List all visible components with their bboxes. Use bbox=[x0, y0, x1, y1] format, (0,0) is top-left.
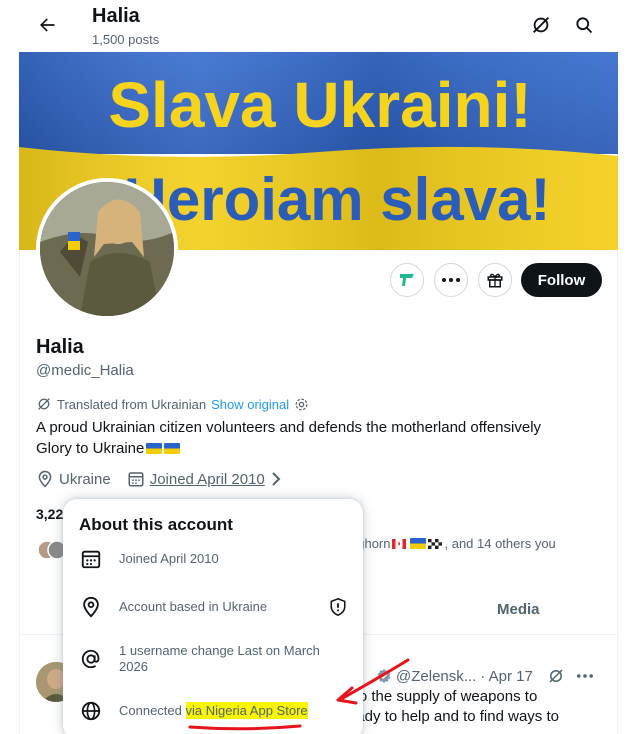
followers-you-know[interactable]: nghorn , and 14 others you bbox=[350, 536, 556, 551]
ukraine-flag-icon bbox=[410, 538, 427, 549]
back-button[interactable] bbox=[32, 10, 62, 40]
profile-avatar[interactable] bbox=[36, 178, 178, 320]
follow-button[interactable]: Follow bbox=[521, 263, 602, 297]
search-icon bbox=[576, 17, 593, 34]
shield-alert-icon bbox=[330, 597, 346, 617]
bio-line2: Glory to Ukraine bbox=[36, 440, 145, 457]
info-shield-button[interactable] bbox=[329, 597, 347, 622]
tweet-handle[interactable]: @Zelensk... bbox=[396, 668, 476, 685]
tweet-text-line2: ready to help and to find ways to bbox=[343, 708, 559, 725]
profile-name: Halia bbox=[36, 336, 84, 358]
grok-icon[interactable] bbox=[547, 667, 565, 685]
tweet-header: @Zelensk... · Apr 17 bbox=[376, 667, 593, 685]
popup-title: About this account bbox=[79, 515, 233, 534]
grok-button[interactable] bbox=[528, 12, 554, 38]
ukraine-flag-icon bbox=[146, 443, 163, 454]
show-original-link[interactable]: Show original bbox=[211, 397, 289, 412]
translation-notice: Translated from Ukrainian Show original bbox=[36, 396, 309, 412]
gift-icon bbox=[487, 273, 503, 288]
subscribe-partner-button[interactable] bbox=[390, 263, 424, 297]
following-count[interactable]: 3,22 bbox=[36, 506, 63, 522]
grok-icon bbox=[38, 398, 50, 410]
about-connected-row: Connected via Nigeria App Store bbox=[79, 699, 349, 723]
profile-bio: A proud Ukrainian citizen volunteers and… bbox=[36, 417, 596, 459]
about-username-text: 1 username change Last on March 2026 bbox=[119, 643, 320, 674]
back-arrow-icon bbox=[40, 18, 55, 32]
header-post-count: 1,500 posts bbox=[92, 32, 160, 47]
joined-item[interactable]: Joined April 2010 bbox=[127, 470, 282, 488]
canada-flag-icon bbox=[392, 538, 407, 549]
about-connected-highlight: via Nigeria App Store bbox=[185, 702, 308, 719]
chequered-flag-icon bbox=[428, 538, 443, 549]
search-button[interactable] bbox=[571, 12, 597, 38]
profile-header: Halia 1,500 posts bbox=[0, 0, 643, 52]
gift-button[interactable] bbox=[478, 263, 512, 297]
location-item: Ukraine bbox=[36, 470, 111, 488]
tweet-date[interactable]: · Apr 17 bbox=[480, 668, 533, 685]
location-text: Ukraine bbox=[59, 470, 111, 488]
more-dots-icon bbox=[442, 278, 460, 282]
settings-gear-icon[interactable] bbox=[294, 397, 309, 412]
at-sign-icon bbox=[81, 649, 100, 669]
more-options-button[interactable] bbox=[434, 263, 468, 297]
joined-date-link[interactable]: Joined April 2010 bbox=[150, 471, 265, 488]
profile-meta: Ukraine Joined April 2010 bbox=[36, 470, 298, 488]
profile-handle: @medic_Halia bbox=[36, 362, 134, 379]
about-username-row: 1 username change Last on March 2026 bbox=[79, 643, 349, 675]
location-pin-icon bbox=[38, 470, 52, 488]
location-pin-icon bbox=[83, 596, 99, 618]
chevron-right-icon bbox=[272, 472, 281, 486]
banner-line2: Heroiam slava! bbox=[124, 166, 551, 233]
banner-line1: Slava Ukraini! bbox=[108, 69, 531, 141]
about-joined-row: Joined April 2010 bbox=[79, 547, 349, 571]
tweet-text-line1: s to the supply of weapons to bbox=[343, 688, 538, 705]
tab-media[interactable]: Media bbox=[497, 601, 540, 618]
translated-label: Translated from Ukrainian bbox=[57, 396, 207, 412]
globe-icon bbox=[81, 701, 101, 721]
more-dots-icon[interactable] bbox=[576, 674, 593, 678]
verified-badge-icon bbox=[377, 669, 391, 683]
bio-line1: A proud Ukrainian citizen volunteers and… bbox=[36, 419, 542, 436]
calendar-icon bbox=[128, 472, 144, 487]
about-based-row: Account based in Ukraine bbox=[79, 595, 349, 619]
header-name: Halia bbox=[92, 5, 140, 27]
ukraine-flag-icon bbox=[164, 443, 181, 454]
brand-logo-icon bbox=[400, 274, 414, 286]
grok-icon bbox=[533, 17, 549, 33]
about-account-popup: About this account Joined April 2010 Acc… bbox=[63, 499, 363, 734]
about-joined-text: Joined April 2010 bbox=[119, 551, 219, 566]
followers-known-suffix: , and 14 others you bbox=[444, 536, 556, 551]
about-based-text: Account based in Ukraine bbox=[119, 599, 268, 614]
about-connected-prefix: Connected bbox=[119, 703, 186, 718]
calendar-icon bbox=[81, 550, 101, 569]
profile-page: Halia 1,500 posts Slava Ukraini! Heroiam… bbox=[0, 0, 643, 734]
